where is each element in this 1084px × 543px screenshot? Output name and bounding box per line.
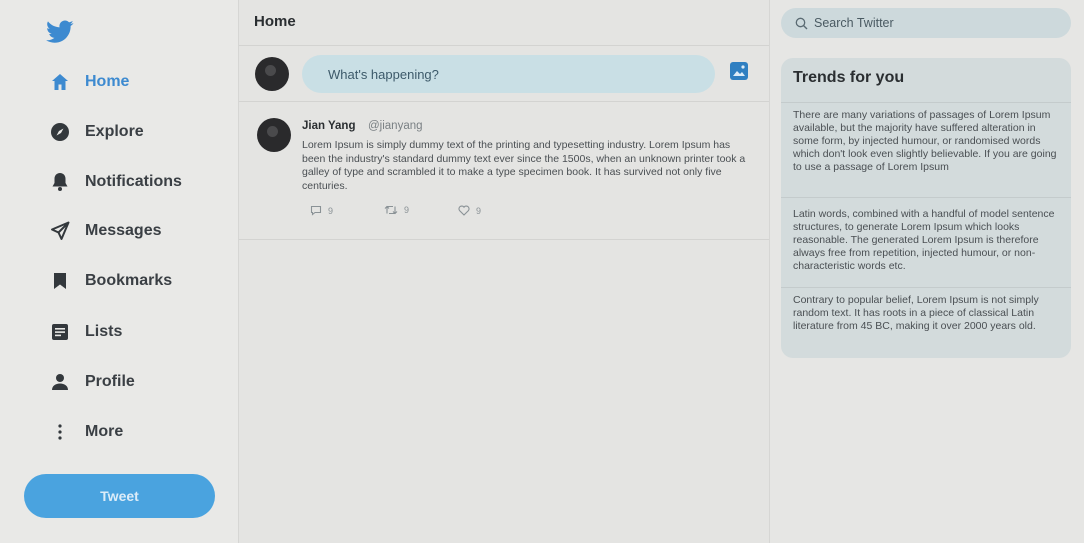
trend-item[interactable]: There are many variations of passages of… [793, 109, 1061, 174]
tweet-author-handle[interactable]: @jianyang [368, 120, 423, 132]
tweet-item[interactable]: Jian Yang @jianyang Lorem Ipsum is simpl… [239, 102, 769, 240]
sidebar-item-bookmarks[interactable]: Bookmarks [48, 266, 172, 296]
twitter-bird-icon[interactable] [46, 20, 74, 44]
avatar[interactable] [257, 118, 291, 152]
compose-input[interactable] [302, 55, 715, 93]
timeline-header: Home [239, 0, 769, 46]
person-icon [48, 370, 72, 394]
sidebar-item-profile[interactable]: Profile [48, 367, 135, 397]
reply-icon [310, 205, 322, 216]
sidebar-item-label: Messages [85, 222, 162, 239]
list-icon [48, 320, 72, 344]
explore-icon [48, 120, 72, 144]
divider [781, 287, 1071, 288]
sidebar-item-explore[interactable]: Explore [48, 117, 144, 147]
more-vertical-icon [48, 420, 72, 444]
trend-item[interactable]: Contrary to popular belief, Lorem Ipsum … [793, 294, 1061, 333]
sidebar-item-label: Explore [85, 123, 144, 140]
bookmark-icon [48, 269, 72, 293]
sidebar-item-label: Home [85, 73, 130, 90]
reply-button[interactable]: 9 [310, 205, 333, 216]
retweet-count: 9 [404, 205, 410, 215]
paper-plane-icon [48, 219, 72, 243]
sidebar-item-lists[interactable]: Lists [48, 317, 122, 347]
divider [781, 102, 1071, 103]
sidebar-item-label: More [85, 423, 124, 440]
sidebar-item-notifications[interactable]: Notifications [48, 167, 182, 197]
search-input[interactable] [814, 16, 1054, 30]
right-sidebar: Trends for you There are many variations… [771, 0, 1084, 543]
tweet-text: Lorem Ipsum is simply dummy text of the … [302, 139, 746, 192]
sidebar-item-label: Bookmarks [85, 272, 173, 289]
like-count: 9 [476, 205, 482, 216]
retweet-icon [384, 205, 398, 215]
sidebar-item-messages[interactable]: Messages [48, 216, 162, 246]
like-button[interactable]: 9 [458, 205, 481, 216]
tweet-button[interactable]: Tweet [24, 474, 215, 518]
avatar[interactable] [255, 57, 289, 91]
page-title: Home [254, 13, 296, 30]
sidebar-item-more[interactable]: More [48, 417, 123, 447]
sidebar-item-label: Profile [85, 373, 135, 390]
trends-title: Trends for you [793, 69, 905, 86]
divider [781, 197, 1071, 198]
main-timeline: Home Jian Yang @jianyang Lorem Ipsum is … [238, 0, 770, 543]
home-icon [48, 70, 72, 94]
sidebar-item-label: Lists [85, 323, 123, 340]
heart-icon [458, 205, 470, 216]
trend-item[interactable]: Latin words, combined with a handful of … [793, 208, 1061, 273]
trends-panel: Trends for you There are many variations… [781, 58, 1071, 358]
tweet-composer [239, 46, 769, 102]
search-icon [795, 17, 808, 29]
sidebar-item-home[interactable]: Home [48, 67, 129, 97]
image-icon[interactable] [729, 61, 749, 81]
sidebar-item-label: Notifications [85, 173, 182, 190]
reply-count: 9 [328, 205, 334, 216]
retweet-button[interactable]: 9 [384, 205, 409, 215]
sidebar: Home Explore Notifications Messages Book… [0, 0, 238, 543]
tweet-author-name[interactable]: Jian Yang [302, 120, 355, 132]
search-bar[interactable] [781, 8, 1071, 38]
bell-icon [48, 170, 72, 194]
